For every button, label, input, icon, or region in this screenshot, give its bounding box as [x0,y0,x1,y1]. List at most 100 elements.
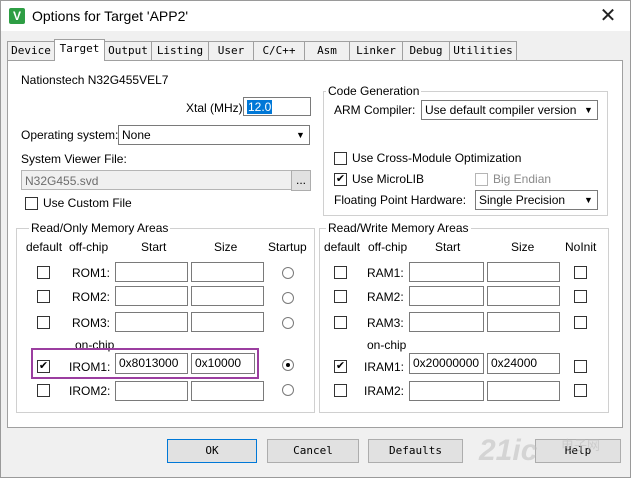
defaults-button[interactable]: Defaults [368,439,463,463]
rom-header-startup: Startup [268,240,307,254]
ram3-start-input[interactable] [409,312,484,332]
svd-label: System Viewer File: [21,152,127,166]
os-select[interactable]: None ▼ [118,125,310,145]
rom3-label: ROM3: [72,316,111,330]
rom-header-start: Start [141,240,167,254]
rom-header-offchip: off-chip [69,240,109,254]
iram1-start-input[interactable]: 0x20000000 [409,353,484,374]
microlib-checkbox[interactable]: ✔ [334,173,347,186]
rom3-default-checkbox[interactable] [37,316,50,329]
tab-device[interactable]: Device [7,41,55,60]
tab-listing[interactable]: Listing [151,41,209,60]
compiler-label: ARM Compiler: [334,103,416,117]
tab-output[interactable]: Output [104,41,152,60]
tab-linker[interactable]: Linker [349,41,403,60]
tab-debug[interactable]: Debug [402,41,450,60]
rom3-size-input[interactable] [191,312,264,332]
options-dialog: V Options for Target 'APP2' ✕ Device Tar… [0,0,631,478]
ram2-default-checkbox[interactable] [334,290,347,303]
ram2-label: RAM2: [367,290,404,304]
ram3-size-input[interactable] [487,312,560,332]
os-value: None [122,128,151,142]
tab-user[interactable]: User [208,41,254,60]
ram2-size-input[interactable] [487,286,560,306]
rom1-label: ROM1: [72,266,111,280]
rom2-size-input[interactable] [191,286,264,306]
irom2-size-input[interactable] [191,381,264,401]
rom-title: Read/Only Memory Areas [29,221,171,235]
custom-file-checkbox[interactable] [25,197,38,210]
tab-cpp[interactable]: C/C++ [253,41,305,60]
svd-field[interactable]: N32G455.svd [21,170,293,190]
tab-asm[interactable]: Asm [304,41,350,60]
ram-header-default: default [324,240,361,254]
rom2-start-input[interactable] [115,286,188,306]
title-bar: V Options for Target 'APP2' ✕ [1,1,630,31]
rom1-default-checkbox[interactable] [37,266,50,279]
tab-target[interactable]: Target [54,39,105,61]
cross-module-checkbox[interactable] [334,152,347,165]
svd-browse-button[interactable]: ... [291,170,311,191]
ram-header-offchip: off-chip [368,240,408,254]
codegen-title: Code Generation [326,84,422,98]
tab-utilities[interactable]: Utilities [449,41,517,60]
iram2-noinit-checkbox[interactable] [574,384,587,397]
iram2-size-input[interactable] [487,381,560,401]
watermark-logo: 21ic [479,434,538,467]
cross-module-label: Use Cross-Module Optimization [352,151,522,165]
custom-file-label: Use Custom File [43,196,132,210]
fpu-value: Single Precision [479,193,566,207]
irom2-default-checkbox[interactable] [37,384,50,397]
chevron-down-icon: ▼ [581,102,596,118]
ram3-noinit-checkbox[interactable] [574,316,587,329]
irom2-startup-radio[interactable] [282,384,294,396]
ok-button[interactable]: OK [167,439,257,463]
ram3-default-checkbox[interactable] [334,316,347,329]
ram2-noinit-checkbox[interactable] [574,290,587,303]
irom2-start-input[interactable] [115,381,188,401]
ram-onchip-label: on-chip [367,338,407,352]
ram-header-size: Size [511,240,535,254]
rom-header-default: default [26,240,63,254]
microlib-label: Use MicroLIB [352,172,425,186]
rom3-start-input[interactable] [115,312,188,332]
iram1-size-input[interactable]: 0x24000 [487,353,560,374]
device-name: Nationstech N32G455VEL7 [21,73,169,87]
iram2-start-input[interactable] [409,381,484,401]
iram2-default-checkbox[interactable] [334,384,347,397]
close-icon[interactable]: ✕ [594,3,622,29]
iram1-default-checkbox[interactable]: ✔ [334,360,347,373]
iram1-noinit-checkbox[interactable] [574,360,587,373]
ram1-label: RAM1: [367,266,404,280]
xtal-input[interactable]: 12.0 [243,97,311,116]
rom2-startup-radio[interactable] [282,292,294,304]
rom1-startup-radio[interactable] [282,267,294,279]
os-label: Operating system: [21,128,119,142]
irom2-label: IROM2: [69,384,111,398]
keil-logo-icon: V [9,8,25,24]
rom2-label: ROM2: [72,290,111,304]
ram1-default-checkbox[interactable] [334,266,347,279]
ram1-size-input[interactable] [487,262,560,282]
compiler-select[interactable]: Use default compiler version ▼ [421,100,598,120]
ram-header-start: Start [435,240,461,254]
window-title: Options for Target 'APP2' [32,8,189,24]
rom1-start-input[interactable] [115,262,188,282]
rom1-size-input[interactable] [191,262,264,282]
irom1-highlight-box [31,348,259,379]
rom3-startup-radio[interactable] [282,317,294,329]
big-endian-label: Big Endian [493,172,552,186]
ram3-label: RAM3: [367,316,404,330]
ram1-start-input[interactable] [409,262,484,282]
compiler-value: Use default compiler version [425,103,577,117]
big-endian-checkbox[interactable] [475,173,488,186]
ram1-noinit-checkbox[interactable] [574,266,587,279]
cancel-button[interactable]: Cancel [267,439,359,463]
fpu-select[interactable]: Single Precision ▼ [475,190,598,210]
irom1-startup-radio[interactable] [282,359,294,371]
ram-title: Read/Write Memory Areas [326,221,471,235]
iram2-label: IRAM2: [364,384,405,398]
rom2-default-checkbox[interactable] [37,290,50,303]
ram2-start-input[interactable] [409,286,484,306]
chevron-down-icon: ▼ [581,192,596,208]
